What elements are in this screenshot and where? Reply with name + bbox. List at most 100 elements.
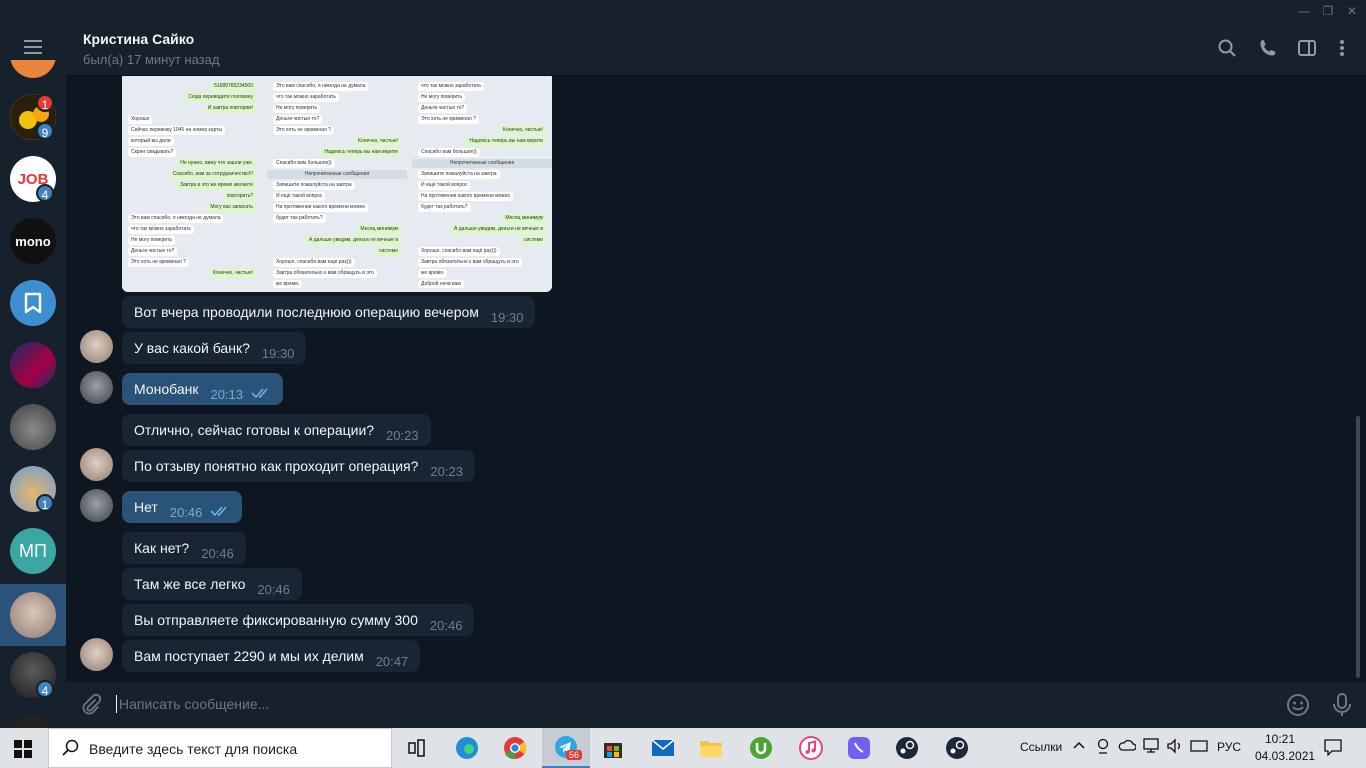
- avatar: [10, 280, 56, 326]
- input-language[interactable]: РУС: [1217, 740, 1241, 754]
- contact-avatar[interactable]: [80, 638, 113, 671]
- screenshot-line: Хорошо: [128, 115, 153, 124]
- search-icon: [61, 739, 79, 762]
- steam-icon[interactable]: [892, 734, 922, 762]
- screenshot-line: который вы дали: [128, 137, 174, 146]
- screenshot-line: Запишите пожалуйста на завтра: [418, 170, 500, 179]
- onedrive-icon[interactable]: [1118, 739, 1137, 754]
- outgoing-message[interactable]: Нет 20:46: [122, 491, 243, 523]
- telegram-badge: 56: [566, 750, 583, 760]
- chat-item-cartoon[interactable]: 1: [0, 466, 66, 528]
- network-icon[interactable]: [1143, 738, 1161, 757]
- chat-item-emoji[interactable]: 1 9: [0, 94, 66, 156]
- links-toolbar-label[interactable]: Ссылки: [1020, 740, 1062, 754]
- screenshot-line: Спасибо, вам за сотрудничество!!!: [169, 170, 256, 179]
- chat-item-partial-bottom[interactable]: [0, 714, 66, 728]
- itunes-icon[interactable]: [796, 734, 826, 762]
- scrollbar[interactable]: [1356, 416, 1360, 678]
- webcam-icon[interactable]: [1096, 738, 1110, 757]
- incoming-message[interactable]: Вы отправляете фиксированную сумму 300 20…: [122, 604, 475, 636]
- taskbar-search-box[interactable]: Введите здесь текст для поиска: [48, 728, 392, 768]
- store-icon[interactable]: [598, 734, 628, 762]
- screenshot-line: Спасибо вам большое)): [418, 148, 480, 157]
- incoming-message[interactable]: Отлично, сейчас готовы к операции? 20:23: [122, 414, 431, 446]
- my-avatar[interactable]: [80, 489, 113, 522]
- my-avatar[interactable]: [80, 371, 113, 404]
- screenshot-line: Завтра в это же время желаете: [176, 181, 256, 190]
- screenshot-line: повторить?: [223, 192, 256, 201]
- screenshot-line: Хорошо, спасибо вам ещё раз))): [273, 258, 355, 267]
- steam-icon-2[interactable]: [942, 734, 972, 762]
- screenshot-line: Это хоть не криминал ?: [128, 258, 189, 267]
- clock-date[interactable]: 04.03.2021: [1255, 749, 1315, 763]
- chat-item-football[interactable]: [0, 342, 66, 404]
- microphone-icon[interactable]: [1332, 693, 1352, 722]
- chat-item-mono[interactable]: mono: [0, 218, 66, 280]
- message-time: 20:23: [386, 427, 419, 443]
- message-time: 19:30: [490, 309, 524, 325]
- chat-item-man[interactable]: 4: [0, 652, 66, 714]
- incoming-message[interactable]: Вам поступает 2290 и мы их делим 20:47: [122, 640, 421, 672]
- screenshot-line: Скрин скидывать?: [128, 148, 177, 157]
- chat-item-saved-messages[interactable]: [0, 280, 66, 342]
- chat-item-mp[interactable]: МП: [0, 528, 66, 590]
- message-input[interactable]: Написать сообщение...: [119, 696, 269, 712]
- avatar: МП: [10, 528, 56, 574]
- close-button[interactable]: ✕: [1338, 2, 1366, 20]
- screenshot-line: Месяц минимум: [357, 225, 401, 234]
- mention-badge: 1: [36, 94, 54, 112]
- chevron-up-icon[interactable]: [1072, 738, 1086, 755]
- search-icon[interactable]: [1215, 36, 1239, 60]
- screenshot-line: Непрочитанные сообщения: [267, 170, 407, 179]
- utorrent-icon[interactable]: [746, 734, 776, 762]
- clock-time[interactable]: 10:21: [1265, 732, 1295, 746]
- unread-badge: 1: [36, 494, 54, 512]
- chat-item-cat[interactable]: [0, 404, 66, 466]
- contact-name[interactable]: Кристина Сайко: [83, 31, 194, 47]
- screenshot-line: Сейчас перевожу 1045 на номер карты: [128, 126, 226, 135]
- incoming-message[interactable]: Вот вчера проводили последнюю операцию в…: [122, 296, 536, 328]
- message-time: 20:13: [210, 386, 244, 402]
- emoji-icon[interactable]: [1286, 693, 1310, 722]
- chat-item-kristina[interactable]: [0, 584, 66, 646]
- notifications-icon[interactable]: [1324, 738, 1342, 759]
- volume-icon[interactable]: [1166, 738, 1184, 757]
- contact-avatar[interactable]: [80, 448, 113, 481]
- sidebar-toggle-icon[interactable]: [1295, 36, 1319, 60]
- incoming-message[interactable]: По отзыву понятно как проходит операция?…: [122, 450, 475, 482]
- read-checkmarks-icon: [251, 388, 268, 399]
- attach-icon[interactable]: [80, 693, 102, 721]
- incoming-message[interactable]: Как нет? 20:46: [122, 532, 246, 564]
- chrome-icon[interactable]: [500, 734, 530, 762]
- incoming-message[interactable]: У вас какой банк? 19:30: [122, 332, 307, 364]
- screenshot-line: На протяжении какого времени можно: [418, 192, 514, 201]
- chat-item-job[interactable]: JOB 4: [0, 156, 66, 218]
- avatar: [10, 404, 56, 450]
- message-time: 20:23: [430, 463, 463, 479]
- mail-icon[interactable]: [648, 734, 678, 762]
- keyboard-icon[interactable]: [1190, 738, 1208, 757]
- screenshot-line: Это хоть не криминал ?: [418, 115, 479, 124]
- more-options-icon[interactable]: [1330, 36, 1354, 60]
- phone-icon[interactable]: [1256, 36, 1280, 60]
- screenshot-line: Конечно, чистые!: [500, 126, 546, 135]
- screenshot-line: Надеюсь теперь вы нам верите: [466, 137, 546, 146]
- windows-start-icon[interactable]: [14, 740, 32, 763]
- chat-item-partial[interactable]: [0, 60, 66, 84]
- last-seen-status: был(а) 17 минут назад: [83, 52, 220, 67]
- outgoing-message[interactable]: Монобанк 20:13: [122, 373, 284, 405]
- file-explorer-icon[interactable]: [696, 734, 726, 762]
- screenshot-line: Это вам спасибо, я никогда не думала: [273, 82, 369, 91]
- screenshot-line: Надеюсь теперь вы нам верите: [321, 148, 401, 157]
- task-view-icon[interactable]: [402, 734, 432, 762]
- avatar: mono: [10, 218, 56, 264]
- contact-avatar[interactable]: [80, 330, 113, 363]
- photo-message[interactable]: 51689765234500 Сюда переводите половину И …: [122, 76, 552, 292]
- viber-icon[interactable]: [844, 734, 874, 762]
- telegram-taskbar-icon[interactable]: 56: [542, 728, 590, 768]
- unread-badge: 9: [36, 122, 54, 140]
- screenshot-line: Не могу поверить: [128, 236, 176, 245]
- edge-icon[interactable]: [452, 734, 482, 762]
- message-list[interactable]: 51689765234500 Сюда переводите половину И …: [66, 76, 1356, 682]
- incoming-message[interactable]: Там же все легко 20:46: [122, 568, 302, 600]
